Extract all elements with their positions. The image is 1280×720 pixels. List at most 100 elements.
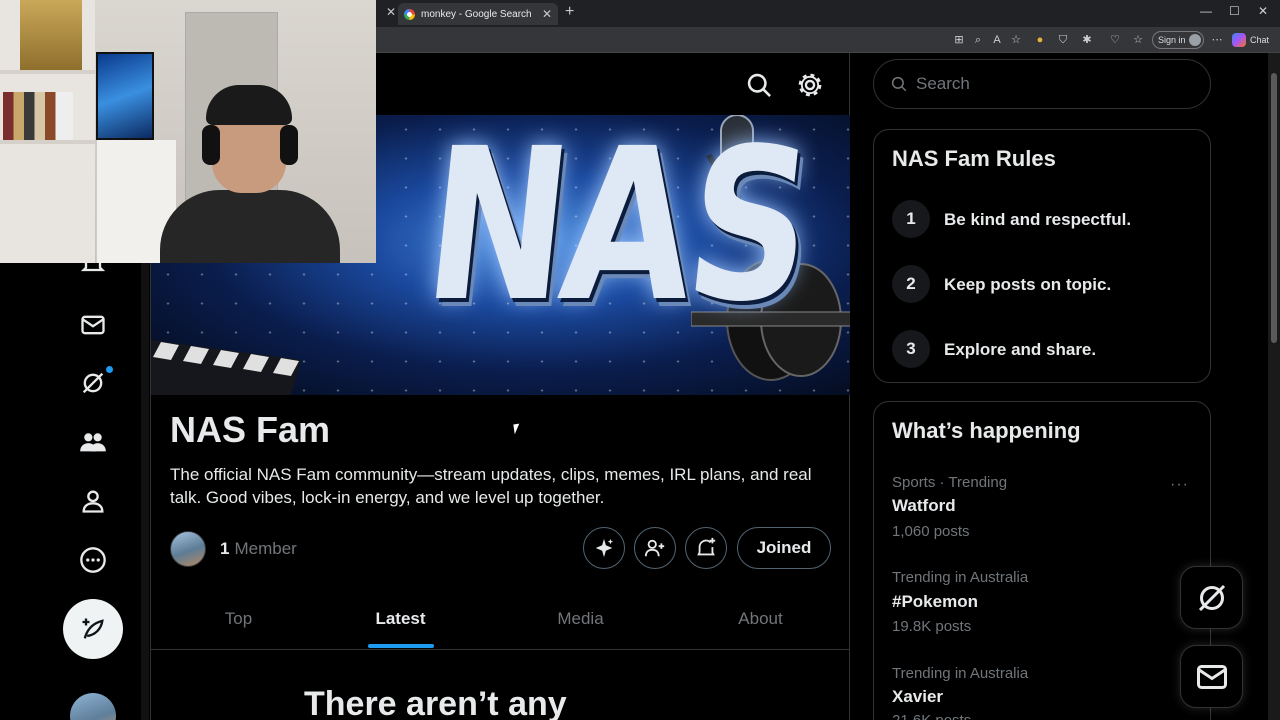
member-avatar[interactable]	[170, 531, 206, 567]
search-icon	[891, 76, 907, 92]
read-aloud-icon[interactable]: A	[990, 33, 1004, 47]
trend-name: Xavier	[892, 687, 944, 706]
rules-title: NAS Fam Rules	[892, 146, 1056, 171]
search-placeholder: Search	[916, 74, 970, 93]
copilot-chat-button[interactable]: Chat	[1232, 33, 1269, 47]
more-icon	[80, 547, 106, 573]
compose-post-button[interactable]	[63, 599, 123, 659]
webcam-streamer	[150, 85, 340, 263]
extension-icon[interactable]: ●	[1033, 33, 1047, 47]
rule-text: Keep posts on topic.	[944, 275, 1112, 294]
nav-messages[interactable]	[68, 300, 118, 350]
trend-meta: Trending in Australia	[892, 569, 1029, 586]
new-tab-button[interactable]: +	[565, 3, 574, 21]
notification-settings-button[interactable]	[685, 527, 727, 569]
trend-count: 1,060 posts	[892, 523, 970, 540]
extensions-puzzle-icon[interactable]: ✱	[1080, 33, 1094, 47]
chat-label: Chat	[1250, 35, 1270, 45]
webcam-overlay	[0, 0, 376, 263]
webcam-tv	[96, 52, 154, 140]
whats-happening-title: What’s happening	[892, 418, 1081, 443]
search-icon[interactable]	[745, 71, 773, 99]
trend-count: 19.8K posts	[892, 618, 972, 635]
favorites-icon[interactable]: ☆	[1131, 33, 1145, 47]
active-tab-indicator	[368, 644, 434, 648]
webcam-shelf	[0, 0, 95, 263]
mail-icon	[1196, 664, 1227, 689]
joined-button[interactable]: Joined	[737, 527, 831, 569]
close-tab-icon[interactable]: ✕	[542, 7, 552, 21]
trend-meta: Trending in Australia	[892, 665, 1029, 682]
nav-communities[interactable]	[68, 417, 118, 467]
trend-more-icon[interactable]: ···	[1170, 476, 1189, 494]
google-favicon-icon	[404, 8, 415, 20]
close-tab-icon[interactable]: ✕	[386, 5, 396, 19]
search-input[interactable]: Search	[873, 59, 1211, 109]
page-scrollbar[interactable]	[1268, 53, 1280, 720]
settings-gear-icon[interactable]	[796, 71, 824, 99]
profile-icon	[82, 490, 104, 513]
sign-in-button[interactable]: Sign in	[1152, 31, 1204, 49]
compose-post-icon	[82, 618, 104, 639]
rule-number: 1	[892, 200, 930, 238]
favorite-star-icon[interactable]: ☆	[1009, 33, 1023, 47]
clapperboard-graphic	[151, 340, 301, 395]
page-scrollbar-thumb[interactable]	[1271, 73, 1277, 343]
rule-text: Explore and share.	[944, 340, 1097, 359]
shield-extension-icon[interactable]: ⛉	[1056, 33, 1070, 47]
tab-title: monkey - Google Search	[421, 8, 532, 20]
member-label: Member	[234, 539, 297, 558]
invite-person-icon	[644, 539, 665, 557]
tab-media[interactable]: Media	[493, 588, 668, 650]
grok-icon	[82, 372, 104, 394]
communities-icon	[80, 433, 106, 452]
banner-logo-text: NAS	[415, 115, 819, 348]
browser-tab-active[interactable]: monkey - Google Search ✕	[398, 3, 558, 25]
sign-in-label: Sign in	[1158, 35, 1186, 45]
invite-member-button[interactable]	[634, 527, 676, 569]
trend-name: Watford	[892, 496, 956, 515]
settings-more-icon[interactable]: ⋯	[1210, 33, 1224, 47]
trend-count: 21.6K posts	[892, 712, 971, 720]
unread-badge	[106, 366, 113, 373]
zoom-icon[interactable]: ⌕	[971, 33, 985, 47]
tab-latest[interactable]: Latest	[313, 588, 488, 650]
nav-profile[interactable]	[68, 476, 118, 526]
empty-state-heading: There aren’t any	[304, 685, 567, 720]
member-count: 1	[220, 539, 230, 558]
tab-about[interactable]: About	[673, 588, 848, 650]
mouse-cursor	[513, 423, 521, 435]
grok-icon	[1198, 584, 1225, 611]
messages-float-button[interactable]	[1180, 645, 1243, 708]
nav-more[interactable]	[68, 535, 118, 585]
nav-grok[interactable]	[68, 358, 118, 408]
notification-bell-icon	[697, 537, 716, 556]
community-rules-card: NAS Fam Rules 1 Be kind and respectful. …	[873, 129, 1211, 383]
community-title: NAS Fam	[170, 409, 331, 450]
trend-name: #Pokemon	[892, 592, 978, 611]
webcam-cap	[206, 85, 292, 125]
tab-top[interactable]: Top	[151, 588, 326, 650]
member-summary[interactable]: 1 Member	[170, 531, 297, 567]
grok-summary-button[interactable]	[583, 527, 625, 569]
community-tabs: Top Latest Media About	[151, 588, 850, 650]
webcam-books	[3, 92, 73, 140]
webcam-plaque	[20, 0, 82, 70]
messages-icon	[81, 315, 105, 335]
rule-number: 2	[892, 265, 930, 303]
trend-meta: Sports · Trending	[892, 474, 1008, 491]
grok-float-button[interactable]	[1180, 566, 1243, 629]
sparkle-icon	[595, 538, 614, 558]
whats-happening-card: What’s happening Sports · Trending Watfo…	[873, 401, 1211, 720]
close-window-icon[interactable]: ✕	[1258, 4, 1268, 18]
maximize-icon[interactable]: ☐	[1229, 4, 1240, 18]
webcam-headphones	[202, 125, 220, 165]
rule-text: Be kind and respectful.	[944, 210, 1132, 229]
profile-avatar-icon	[1188, 34, 1201, 46]
minimize-icon[interactable]: —	[1200, 4, 1212, 18]
copilot-icon	[1232, 33, 1246, 47]
rule-number: 3	[892, 330, 930, 368]
community-description: The official NAS Fam community—stream up…	[170, 465, 812, 507]
app-available-icon[interactable]: ⊞	[952, 33, 966, 47]
browser-essentials-icon[interactable]: ♡	[1108, 33, 1122, 47]
